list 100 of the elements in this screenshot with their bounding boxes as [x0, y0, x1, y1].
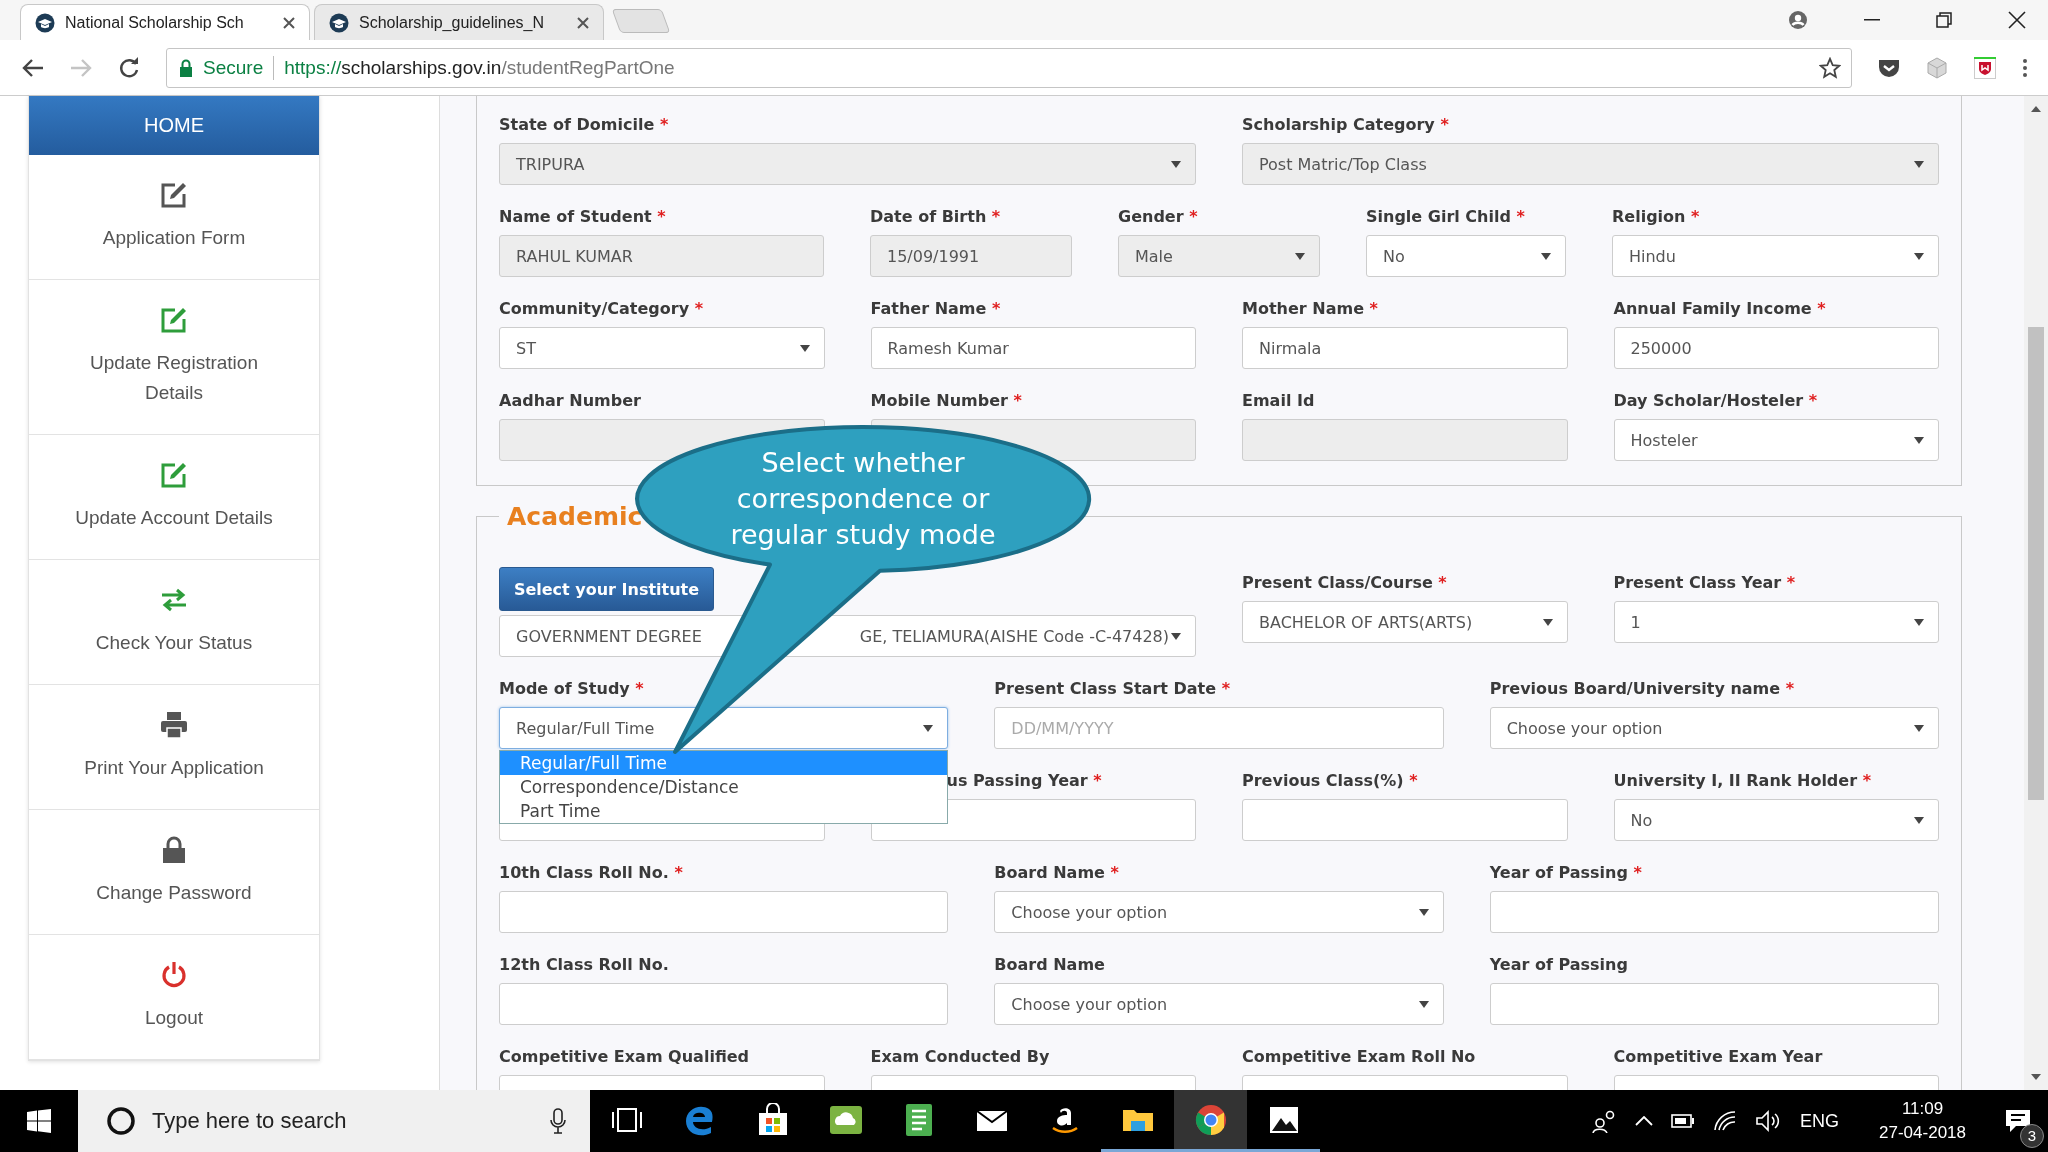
field-label: University I, II Rank Holder * — [1613, 770, 1871, 790]
graduation-cap-icon — [329, 12, 349, 33]
caret-icon — [1914, 816, 1924, 824]
input-field[interactable] — [499, 983, 949, 1025]
lock-icon — [179, 58, 193, 77]
restore-icon[interactable] — [1936, 12, 1952, 28]
caret-icon — [1171, 160, 1181, 168]
people-icon[interactable] — [1591, 1109, 1617, 1133]
volume-icon[interactable] — [1755, 1110, 1781, 1132]
field-label: Mode of Study * — [499, 678, 644, 698]
select-field[interactable]: BACHELOR OF ARTS(ARTS) — [1242, 601, 1568, 643]
shield-icon[interactable] — [1878, 57, 1900, 78]
field-label: Year of Passing — [1489, 954, 1628, 974]
clock-date[interactable]: 27-04-2018 — [1879, 1121, 1966, 1145]
menu-icon[interactable] — [2022, 57, 2028, 78]
address-bar[interactable]: Secure https://scholarships.gov.in/studentRegPartOne — [166, 47, 1852, 88]
sidebar-item[interactable]: Print Your Application — [29, 685, 319, 810]
wifi-icon[interactable] — [1713, 1110, 1737, 1132]
caret-icon — [1914, 160, 1924, 168]
field-label: Year of Passing * — [1489, 862, 1642, 882]
star-icon[interactable] — [1819, 56, 1841, 79]
sidebar-item[interactable]: Change Password — [29, 810, 319, 935]
select-field[interactable]: Hosteler — [1613, 419, 1939, 461]
field-label: Present Class Year * — [1613, 572, 1796, 592]
close-icon[interactable] — [2008, 11, 2026, 29]
graduation-cap-icon — [35, 12, 55, 33]
field-label: Community/Category * — [499, 298, 704, 318]
browser-tab[interactable]: National Scholarship Sch — [20, 4, 310, 40]
select-institute-button[interactable]: Select your Institute — [499, 567, 714, 611]
field-label: 10th Class Roll No. * — [499, 862, 683, 882]
battery-icon[interactable] — [1671, 1114, 1695, 1128]
select-field[interactable]: Hindu — [1612, 235, 1939, 277]
field-label: Father Name * — [870, 298, 1001, 318]
home-link[interactable]: HOME — [29, 96, 319, 155]
field-label: Mobile Number * — [870, 390, 1022, 410]
section-title: Academic — [506, 502, 644, 531]
field-label: Previous Board/University name * — [1489, 678, 1795, 698]
chrome-icon — [1193, 1102, 1228, 1137]
select-field[interactable]: No — [1613, 799, 1939, 841]
input-field[interactable] — [499, 891, 949, 933]
sidebar-item[interactable]: Update Registration Details — [29, 280, 319, 435]
minimize-icon[interactable] — [1864, 19, 1880, 21]
caret-icon — [1914, 436, 1924, 444]
input-field[interactable] — [1489, 983, 1939, 1025]
field-label: Board Name * — [994, 862, 1119, 882]
caret-icon — [1295, 252, 1305, 260]
select-field[interactable]: No — [1366, 235, 1566, 277]
browser-tab[interactable]: Scholarship_guidelines_N — [314, 4, 604, 40]
scroll-down-icon[interactable] — [2031, 1074, 2041, 1080]
select-field[interactable]: 1 — [1613, 601, 1939, 643]
caret-icon — [1171, 632, 1181, 640]
field-label: Single Girl Child * — [1366, 206, 1525, 226]
field-label: Board Name — [994, 954, 1105, 974]
input-field[interactable]: Ramesh Kumar — [870, 327, 1196, 369]
sidebar-item[interactable]: Logout — [29, 935, 319, 1060]
input-field[interactable] — [1242, 799, 1568, 841]
profile-icon[interactable] — [1788, 10, 1808, 30]
input-field[interactable]: Nirmala — [1242, 327, 1568, 369]
select-field[interactable]: Choose your option — [1489, 707, 1939, 749]
language-indicator[interactable]: ENG — [1800, 1110, 1840, 1132]
badge-shield-icon[interactable] — [1974, 56, 1996, 79]
windows-icon — [27, 1109, 51, 1133]
input-field[interactable]: 250000 — [1613, 327, 1939, 369]
caret-icon — [1418, 1000, 1429, 1008]
field-label: Present Class Start Date * — [994, 678, 1231, 698]
select-field[interactable]: Choose your option — [994, 983, 1444, 1025]
scroll-up-icon[interactable] — [2031, 106, 2041, 112]
sidebar-item[interactable]: Application Form — [29, 155, 319, 280]
sidebar-item[interactable]: Update Account Details — [29, 435, 319, 560]
dropdown-option[interactable]: Correspondence/Distance — [500, 775, 948, 799]
callout-text: Select whether correspondence or regular study mode — [729, 446, 997, 552]
reload-icon[interactable] — [118, 56, 140, 79]
secure-label: Secure — [203, 56, 264, 79]
sidebar-item[interactable]: Check Your Status — [29, 560, 319, 685]
select-field[interactable]: ST — [499, 327, 825, 369]
microphone-icon[interactable] — [550, 1108, 566, 1134]
field-label: Competitive Exam Year — [1613, 1046, 1823, 1066]
chevron-up-icon[interactable] — [1635, 1116, 1653, 1126]
caret-icon — [1914, 724, 1924, 732]
clock-time[interactable]: 11:09 — [1901, 1097, 1944, 1121]
field-label: Name of Student * — [499, 206, 666, 226]
field-label: Religion * — [1612, 206, 1700, 226]
scrollbar-thumb[interactable] — [2028, 327, 2044, 800]
dropdown-option[interactable]: Part Time — [500, 799, 948, 823]
caret-icon — [923, 724, 934, 732]
field-label: Day Scholar/Hosteler * — [1613, 390, 1818, 410]
close-icon[interactable] — [577, 16, 589, 29]
field-label: Gender * — [1118, 206, 1198, 226]
close-icon[interactable] — [283, 16, 295, 29]
field-label: Email Id — [1242, 390, 1315, 410]
select-field[interactable]: Choose your option — [994, 891, 1444, 933]
search-field[interactable]: Type here to search — [78, 1090, 590, 1152]
taskbar-button[interactable] — [1174, 1090, 1247, 1152]
url-text: https://scholarships.gov.in/studentRegPartOne — [284, 56, 675, 79]
field-label: Date of Birth * — [870, 206, 1001, 226]
back-icon[interactable] — [22, 57, 44, 78]
circle-icon — [106, 1106, 136, 1136]
field-label: Previous Class(%) * — [1242, 770, 1418, 790]
scrollbar[interactable] — [2024, 96, 2048, 1090]
input-field[interactable] — [1489, 891, 1939, 933]
